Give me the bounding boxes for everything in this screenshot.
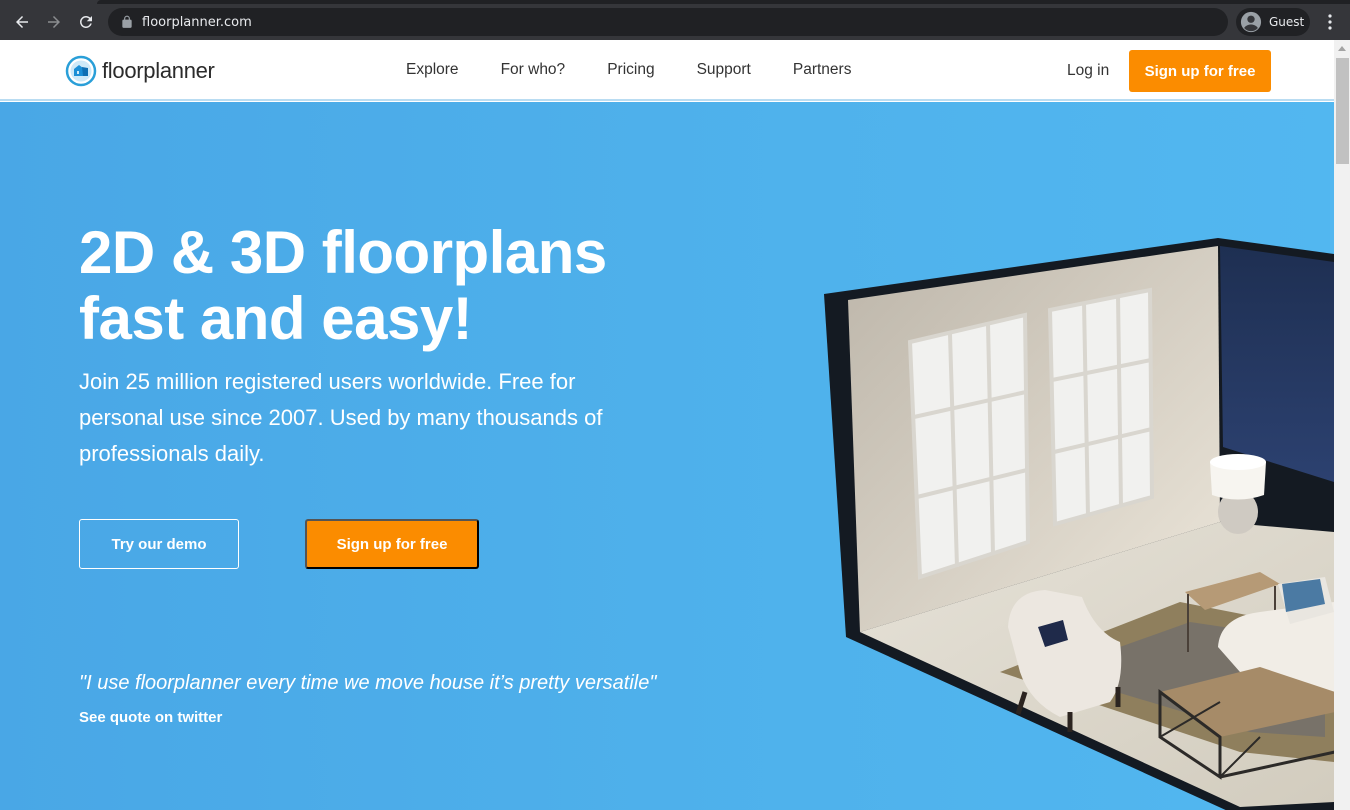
address-bar[interactable]: floorplanner.com: [108, 8, 1228, 36]
nav-partners[interactable]: Partners: [793, 61, 852, 79]
headline-line-1: 2D & 3D floorplans: [79, 219, 607, 286]
browser-toolbar: floorplanner.com Guest: [0, 4, 1350, 40]
reload-button[interactable]: [74, 10, 98, 34]
header-signup-button[interactable]: Sign up for free: [1129, 50, 1271, 92]
page-viewport: floorplanner Explore For who? Pricing Su…: [0, 40, 1334, 810]
reload-icon: [79, 15, 92, 28]
arrow-right-icon: [48, 16, 60, 28]
profile-name: Guest: [1269, 15, 1305, 29]
accent-wall: [1220, 246, 1334, 482]
lock-icon: [122, 15, 132, 28]
hero-section: 2D & 3D floorplans fast and easy! Join 2…: [0, 102, 1334, 810]
window-left: [907, 312, 1031, 580]
login-link[interactable]: Log in: [1067, 62, 1109, 80]
account-circle-icon: [1240, 11, 1262, 33]
page-scrollbar[interactable]: [1334, 40, 1350, 810]
hero-subtitle: Join 25 million registered users worldwi…: [79, 369, 603, 466]
browser-menu-button[interactable]: [1320, 12, 1340, 32]
nav-pricing[interactable]: Pricing: [607, 61, 654, 79]
forward-button[interactable]: [42, 10, 66, 34]
profile-button[interactable]: Guest: [1236, 8, 1310, 36]
scroll-thumb[interactable]: [1336, 58, 1349, 164]
testimonial-quote: "I use floorplanner every time we move h…: [79, 672, 657, 694]
try-demo-button[interactable]: Try our demo: [79, 519, 239, 569]
twitter-quote-link[interactable]: See quote on twitter: [79, 709, 222, 726]
nav-for-who[interactable]: For who?: [501, 61, 566, 79]
triangle-up-icon: [1338, 46, 1346, 51]
back-button[interactable]: [10, 10, 34, 34]
scroll-up-button[interactable]: [1334, 40, 1350, 57]
logo-link[interactable]: floorplanner: [65, 55, 215, 87]
hero-headline: 2D & 3D floorplans fast and easy!: [79, 220, 607, 352]
kebab-menu-icon: [1328, 14, 1332, 30]
window-right: [1047, 287, 1155, 527]
nav-explore[interactable]: Explore: [406, 61, 459, 79]
headline-line-2: fast and easy!: [79, 285, 473, 352]
site-header: floorplanner Explore For who? Pricing Su…: [0, 40, 1334, 101]
main-nav: Explore For who? Pricing Support Partner…: [406, 61, 893, 79]
room-3d-illustration: [824, 238, 1334, 810]
arrow-left-icon: [16, 16, 28, 28]
logo-text: floorplanner: [102, 58, 215, 83]
hero-signup-button[interactable]: Sign up for free: [305, 519, 479, 569]
nav-support[interactable]: Support: [697, 61, 751, 79]
url-text: floorplanner.com: [142, 14, 252, 30]
floorplanner-logo-icon: [65, 55, 97, 87]
